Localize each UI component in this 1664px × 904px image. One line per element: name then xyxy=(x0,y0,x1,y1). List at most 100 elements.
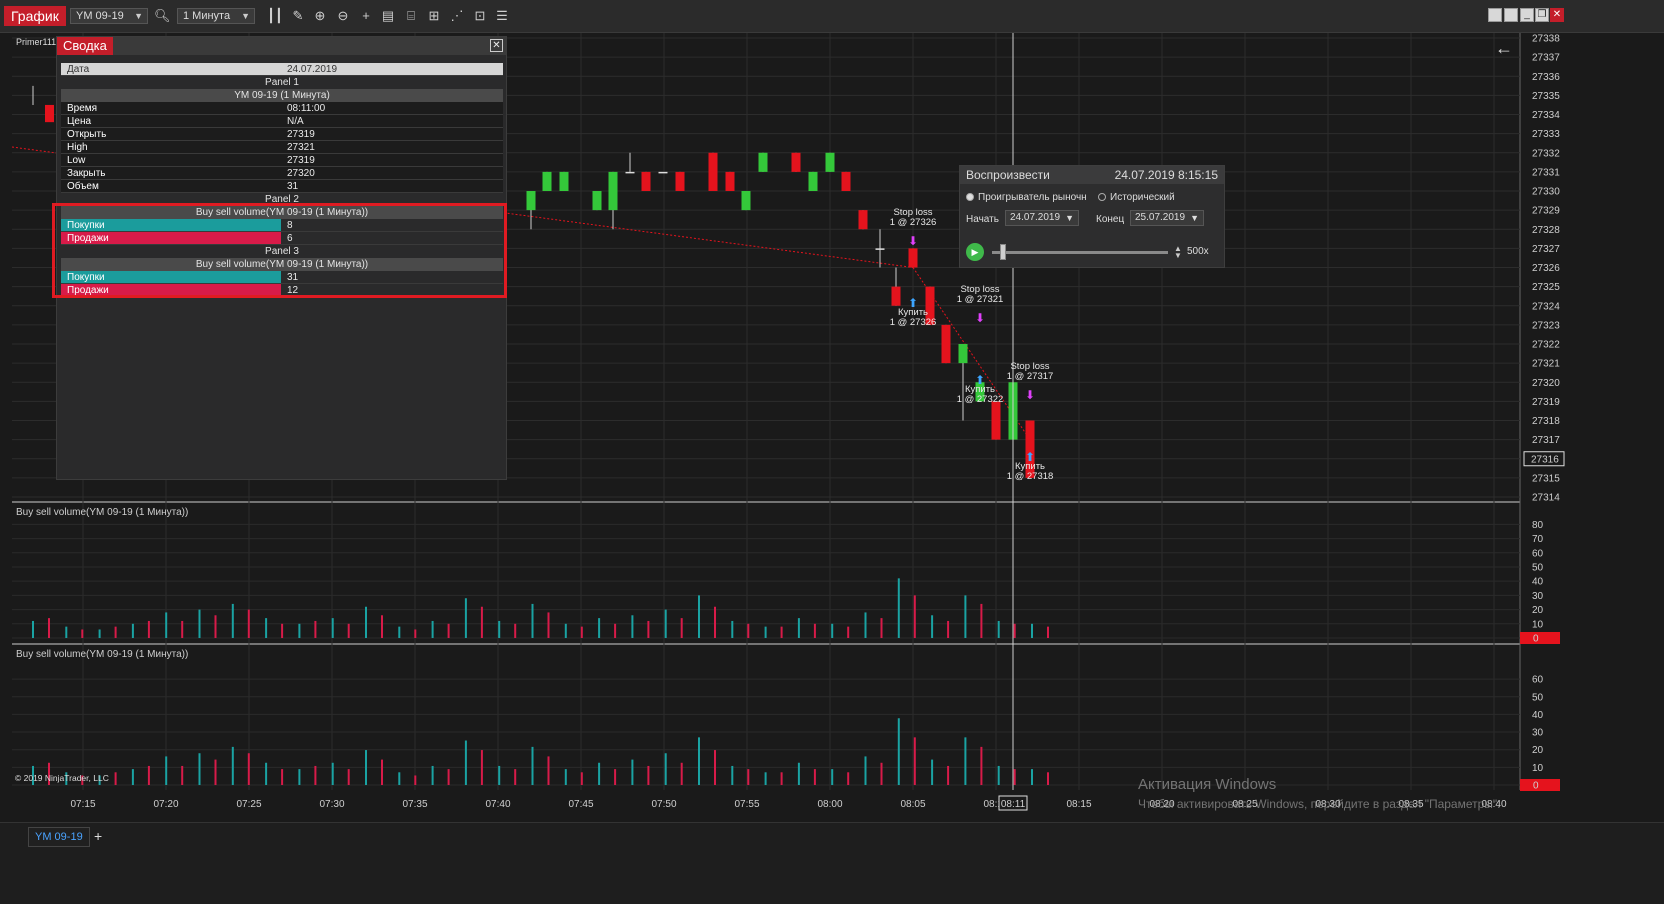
candle-body xyxy=(741,191,751,211)
summary-row: Время 08:11:00 xyxy=(61,102,503,115)
candle-body xyxy=(658,171,668,174)
zoom-out-icon[interactable]: ⊖ xyxy=(335,8,351,24)
row-value: 27319 xyxy=(287,129,315,140)
minimize-button[interactable]: _ xyxy=(1520,8,1534,22)
indicators-icon[interactable]: ⋰ xyxy=(449,8,465,24)
copyright-text: © 2019 NinjaTrader, LLC xyxy=(15,773,109,783)
chevron-down-icon: ▼ xyxy=(1190,213,1199,223)
price-tick-label: 27330 xyxy=(1532,187,1560,198)
volume-tick-label: 50 xyxy=(1532,692,1544,703)
volume-tick-label: 50 xyxy=(1532,562,1544,573)
row-key: Цена xyxy=(67,116,92,127)
price-tick-label: 27317 xyxy=(1532,435,1560,446)
tab-ym-09-19[interactable]: YM 09-19 xyxy=(28,827,90,847)
chevron-down-icon: ▼ xyxy=(241,11,250,21)
layout-icon[interactable] xyxy=(1488,8,1502,22)
row-value: 31 xyxy=(287,181,299,192)
end-date-select[interactable]: 25.07.2019 ▼ xyxy=(1130,210,1204,226)
price-tick-label: 27332 xyxy=(1532,148,1560,159)
draw-pencil-icon[interactable]: ✎ xyxy=(290,8,306,24)
candle-body xyxy=(526,191,536,211)
speed-slider-thumb[interactable] xyxy=(1000,244,1006,260)
marker-price: 1 @ 27326 xyxy=(890,317,937,328)
time-tick-label: 07:55 xyxy=(734,799,759,810)
volume-tick-label: 20 xyxy=(1532,745,1544,756)
candle-body xyxy=(908,248,918,268)
current-price-label: 27316 xyxy=(1531,454,1559,465)
price-tick-label: 27318 xyxy=(1532,416,1560,427)
start-date-value: 24.07.2019 xyxy=(1010,212,1061,223)
volume-tick-label: 60 xyxy=(1532,548,1544,559)
radio-icon xyxy=(1098,193,1106,201)
interval-select[interactable]: 1 Минута ▼ xyxy=(177,8,255,24)
time-tick-label: 07:45 xyxy=(568,799,593,810)
layout2-icon[interactable] xyxy=(1504,8,1518,22)
playback-header: Воспроизвести 24.07.2019 8:15:15 xyxy=(960,166,1224,184)
app-title: График xyxy=(4,6,66,26)
panel2-title: Buy sell volume(YM 09-19 (1 Минута)) xyxy=(16,507,188,518)
price-tick-label: 27328 xyxy=(1532,225,1560,236)
marker-price: 1 @ 27318 xyxy=(1007,471,1054,482)
price-tick-label: 27324 xyxy=(1532,301,1560,312)
list-icon[interactable]: ☰ xyxy=(494,8,510,24)
restore-button[interactable]: ❐ xyxy=(1535,8,1549,22)
candle-body xyxy=(941,324,951,364)
price-tick-label: 27326 xyxy=(1532,263,1560,274)
time-tick-label: 08:05 xyxy=(900,799,925,810)
row-value: 08:11:00 xyxy=(287,103,326,114)
speed-spinner[interactable]: ▲ ▼ xyxy=(1174,245,1182,260)
stop-arrow-icon: ⬇ xyxy=(908,234,918,248)
summary-header: Сводка ✕ xyxy=(57,37,506,55)
interval-select-value: 1 Минута xyxy=(183,10,231,22)
market-replay-radio[interactable]: Проигрыватель рыночн xyxy=(966,192,1087,203)
strategies-icon[interactable]: ⊞ xyxy=(426,8,442,24)
start-date-select[interactable]: 24.07.2019 ▼ xyxy=(1005,210,1079,226)
volume-tick-label: 40 xyxy=(1532,577,1544,588)
candle-body xyxy=(708,152,718,191)
price-tick-label: 27321 xyxy=(1532,359,1560,370)
templates-icon[interactable]: ⌸ xyxy=(403,8,419,24)
speed-slider[interactable] xyxy=(992,251,1168,254)
candle-body xyxy=(991,401,1001,440)
chevron-down-icon: ▼ xyxy=(1065,213,1074,223)
close-icon[interactable]: ✕ xyxy=(490,39,503,52)
bars-style-icon[interactable]: ┃┃ xyxy=(267,8,283,24)
summary-row: Закрыть 27320 xyxy=(61,167,503,180)
marker-price: 1 @ 27326 xyxy=(890,217,937,228)
zoom-in-icon[interactable]: ⊕ xyxy=(312,8,328,24)
price-tick-label: 27335 xyxy=(1532,91,1560,102)
date-row: Дата 24.07.2019 xyxy=(61,63,503,76)
marker-price: 1 @ 27322 xyxy=(957,394,1004,405)
search-icon[interactable]: 🔍︎ xyxy=(154,8,171,24)
row-value: 27321 xyxy=(287,142,315,153)
windows-activation-text: Чтобы активировать Windows, перейдите в … xyxy=(1138,797,1501,811)
properties-icon[interactable]: ▤ xyxy=(380,8,396,24)
stop-arrow-icon: ⬇ xyxy=(1025,388,1035,402)
add-tab-button[interactable]: + xyxy=(94,828,102,844)
row-key: High xyxy=(67,142,88,153)
play-button[interactable]: ▶ xyxy=(966,243,984,261)
playback-title: Воспроизвести xyxy=(966,168,1050,182)
volume-tick-label: 30 xyxy=(1532,728,1544,739)
time-tick-label: 07:30 xyxy=(319,799,344,810)
instrument-select-value: YM 09-19 xyxy=(76,10,124,22)
price-tick-label: 27322 xyxy=(1532,340,1560,351)
data-box-icon[interactable]: ⊡ xyxy=(472,8,488,24)
price-tick-label: 27336 xyxy=(1532,72,1560,83)
playback-panel: Воспроизвести 24.07.2019 8:15:15 Проигры… xyxy=(959,165,1225,268)
indicator-label: Primer111 xyxy=(16,37,57,47)
row-key: Low xyxy=(67,155,86,166)
marker-price: 1 @ 27321 xyxy=(957,294,1004,305)
candle-body xyxy=(808,171,818,191)
summary-row: High 27321 xyxy=(61,141,503,154)
close-button[interactable]: ✕ xyxy=(1550,8,1564,22)
price-tick-label: 27314 xyxy=(1532,493,1560,504)
back-arrow-icon[interactable]: ← xyxy=(1495,38,1513,59)
summary-title: Сводка xyxy=(57,37,113,55)
marker-price: 1 @ 27317 xyxy=(1007,371,1054,382)
instrument-select[interactable]: YM 09-19 ▼ xyxy=(70,8,148,24)
crosshair-icon[interactable]: + xyxy=(358,8,374,24)
historical-radio[interactable]: Исторический xyxy=(1098,192,1175,203)
candle-body xyxy=(608,171,618,211)
volume-tick-label: 20 xyxy=(1532,605,1544,616)
